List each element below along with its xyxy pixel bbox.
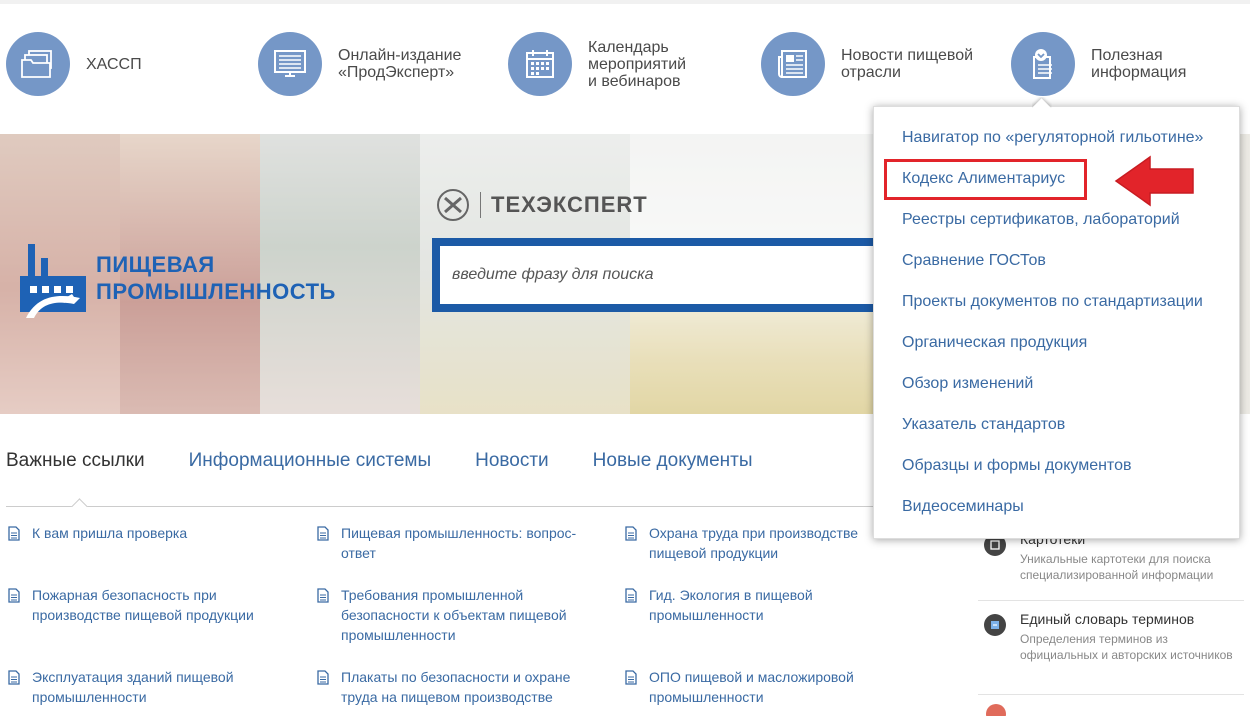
sidebar-next-icon <box>986 704 1006 716</box>
dropdown-item-gost-comparison[interactable]: Сравнение ГОСТов <box>902 252 1046 270</box>
document-icon <box>317 526 329 541</box>
dropdown-item-organic-products[interactable]: Органическая продукция <box>902 334 1087 352</box>
tab-info-systems[interactable]: Информационные системы <box>189 450 431 472</box>
sidebar-item-desc: Определения терминов из официальных и ав… <box>1020 632 1233 662</box>
dropdown-caret <box>1032 97 1052 108</box>
dropdown-item-document-templates[interactable]: Образцы и формы документов <box>902 457 1131 475</box>
active-tab-caret <box>70 497 88 507</box>
link-item[interactable]: Требования промышленной безопасности к о… <box>317 585 587 645</box>
sidebar-item-glossary[interactable]: Единый словарь терминов Определения терм… <box>978 610 1244 663</box>
red-arrow-annotation <box>1114 155 1194 207</box>
link-item[interactable]: Эксплуатация зданий пищевой промышленнос… <box>8 667 278 707</box>
link-text: Требования промышленной безопасности к о… <box>341 587 567 643</box>
sidebar-divider <box>978 600 1244 601</box>
dropdown-item-changes-review[interactable]: Обзор изменений <box>902 375 1033 393</box>
sidebar-divider <box>978 694 1244 695</box>
search-box <box>432 238 892 312</box>
document-icon <box>8 670 20 685</box>
link-text: Плакаты по безопасности и охране труда н… <box>341 669 571 705</box>
tabs-divider <box>6 506 876 507</box>
techexpert-mark-icon <box>437 189 469 221</box>
link-text: ОПО пищевой и масложировой промышленност… <box>649 669 854 705</box>
link-item[interactable]: Охрана труда при производстве пищевой пр… <box>625 523 895 563</box>
link-item[interactable]: Пожарная безопасность при производстве п… <box>8 585 278 625</box>
tab-important-links[interactable]: Важные ссылки <box>6 450 145 472</box>
newspaper-icon <box>761 32 825 96</box>
monitor-icon <box>258 32 322 96</box>
nav-item-haccp[interactable]: ХАССП <box>6 30 142 98</box>
link-text: Эксплуатация зданий пищевой промышленнос… <box>32 669 234 705</box>
link-item[interactable]: ОПО пищевой и масложировой промышленност… <box>625 667 895 707</box>
tab-news[interactable]: Новости <box>475 450 549 472</box>
link-text: Гид. Экология в пищевой промышленности <box>649 587 813 623</box>
link-item[interactable]: Гид. Экология в пищевой промышленности <box>625 585 895 625</box>
tab-new-documents[interactable]: Новые документы <box>593 450 753 472</box>
sidebar-item-desc: Уникальные картотеки для поиска специали… <box>1020 552 1214 582</box>
document-icon <box>8 588 20 603</box>
nav-label: Онлайн-издание «ПродЭксперт» <box>338 47 462 81</box>
nav-label: ХАССП <box>86 55 142 73</box>
site-logo[interactable]: ПИЩЕВАЯ ПРОМЫШЛЕННОСТЬ <box>12 238 336 318</box>
dropdown-item-standards-index[interactable]: Указатель стандартов <box>902 416 1065 434</box>
nav-item-prodexpert[interactable]: Онлайн-издание «ПродЭксперт» <box>258 30 461 98</box>
dropdown-item-guillotine-navigator[interactable]: Навигатор по «регуляторной гильотине» <box>902 129 1203 147</box>
link-text: К вам пришла проверка <box>32 525 188 541</box>
document-icon <box>317 670 329 685</box>
nav-label: Новости пищевой отрасли <box>841 47 974 81</box>
dropdown-item-draft-standards[interactable]: Проекты документов по стандартизации <box>902 293 1203 311</box>
techexpert-logo[interactable]: ТЕХЭКСПЕRТ <box>436 188 648 222</box>
techexpert-logo-text: ТЕХЭКСПЕRТ <box>480 192 648 218</box>
nav-item-useful-info[interactable]: Полезная информация <box>1011 30 1186 98</box>
document-icon <box>317 588 329 603</box>
dictionary-icon <box>984 614 1006 636</box>
factory-logo-icon <box>20 244 86 318</box>
search-input[interactable] <box>440 246 884 304</box>
link-item[interactable]: К вам пришла проверка <box>8 523 278 543</box>
link-item[interactable]: Плакаты по безопасности и охране труда н… <box>317 667 587 707</box>
link-text: Пищевая промышленность: вопрос-ответ <box>341 525 577 561</box>
folders-icon <box>6 32 70 96</box>
highlight-box <box>884 159 1087 200</box>
document-icon <box>625 526 637 541</box>
nav-label: Календарь мероприятий и вебинаров <box>588 38 687 90</box>
link-text: Охрана труда при производстве пищевой пр… <box>649 525 859 561</box>
sidebar-item-title: Единый словарь терминов <box>1020 611 1195 627</box>
site-logo-text: ПИЩЕВАЯ ПРОМЫШЛЕННОСТЬ <box>96 252 336 304</box>
tabs-bar: Важные ссылки Информационные системы Нов… <box>6 450 797 472</box>
nav-item-calendar[interactable]: Календарь мероприятий и вебинаров <box>508 30 686 98</box>
document-icon <box>8 526 20 541</box>
link-item[interactable]: Пищевая промышленность: вопрос-ответ <box>317 523 587 563</box>
link-text: Пожарная безопасность при производстве п… <box>32 587 254 623</box>
nav-label: Полезная информация <box>1091 47 1187 81</box>
dropdown-item-certificate-registries[interactable]: Реестры сертификатов, лабораторий <box>902 211 1180 229</box>
document-icon <box>625 670 637 685</box>
nav-item-news[interactable]: Новости пищевой отрасли <box>761 30 973 98</box>
calendar-icon <box>508 32 572 96</box>
document-icon <box>625 588 637 603</box>
info-doc-icon <box>1011 32 1075 96</box>
dropdown-item-video-seminars[interactable]: Видеосеминары <box>902 498 1024 516</box>
